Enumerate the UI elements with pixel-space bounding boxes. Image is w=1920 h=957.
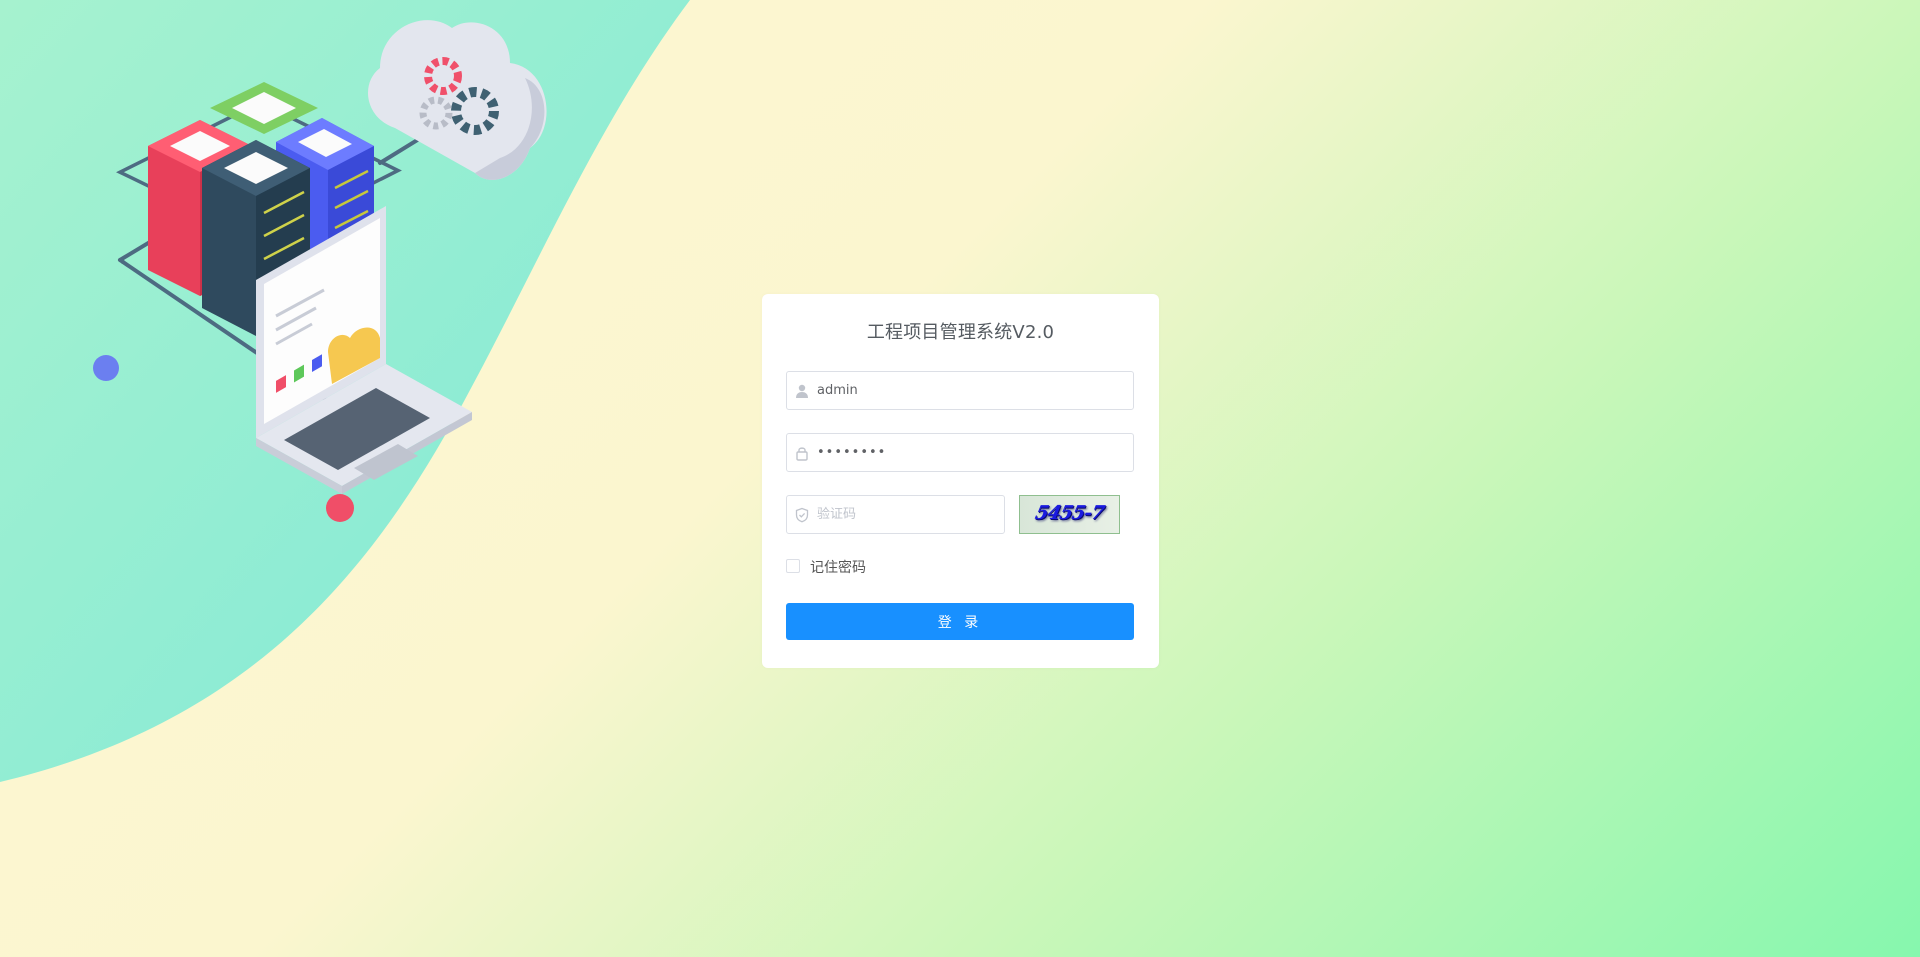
lock-icon [796, 447, 808, 461]
server-laptop-illustration [93, 20, 547, 522]
node-blue [93, 355, 119, 381]
captcha-input[interactable] [817, 496, 997, 533]
user-icon [796, 384, 808, 398]
node-red [326, 494, 354, 522]
password-field[interactable] [786, 433, 1134, 472]
green-server [210, 82, 318, 134]
captcha-image[interactable]: 5455-7 [1019, 495, 1120, 534]
checkbox-box[interactable] [786, 559, 800, 573]
login-card: 工程项目管理系统V2.0 5455-7 记住密码 登 录 [762, 294, 1159, 668]
login-button[interactable]: 登 录 [786, 603, 1134, 640]
shield-icon [795, 507, 809, 523]
username-field[interactable] [786, 371, 1134, 410]
username-input[interactable] [817, 372, 1117, 409]
password-input[interactable] [817, 434, 1117, 471]
remember-password-label: 记住密码 [810, 560, 866, 576]
page-title: 工程项目管理系统V2.0 [866, 322, 1055, 343]
captcha-field[interactable] [786, 495, 1005, 534]
captcha-text: 5455-7 [1033, 502, 1106, 524]
